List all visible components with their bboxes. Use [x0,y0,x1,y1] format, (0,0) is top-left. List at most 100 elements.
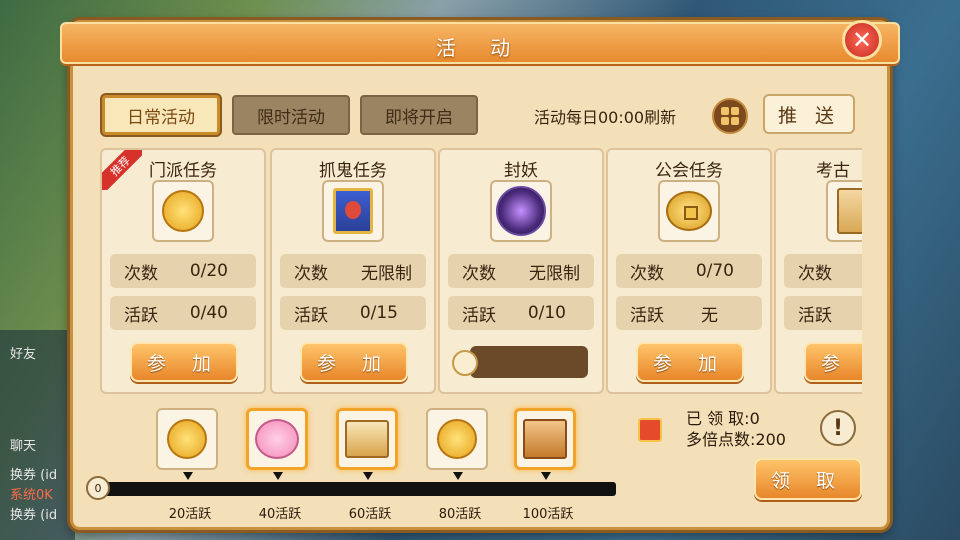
card-icon-frame[interactable] [322,180,384,242]
active-label: 活跃 [462,305,496,326]
push-button[interactable]: 推 送 [763,94,855,134]
side-label-chat[interactable]: 聊天 [10,435,36,454]
active-label: 活跃 [630,305,664,326]
chat-overlay: 好友 聊天 换券 (id 系统0K 换券 (id [0,330,75,540]
book-reward-icon [523,419,567,459]
card-title: 公会任务 [655,161,723,181]
milestone-reward-80[interactable] [426,408,488,470]
join-button[interactable]: 参 加 [804,342,862,382]
card-title: 抓鬼任务 [319,161,387,181]
active-label: 活跃 [124,305,158,326]
count-row: 次数 0/70 [616,254,762,288]
join-button[interactable]: 参 加 [130,342,238,382]
count-row: 次数 [784,254,862,288]
chat-line: 换券 (id [10,468,58,483]
milestone-tick [453,472,463,480]
multiplier-badge-icon [638,418,662,442]
active-value: 无 [701,305,718,326]
count-value: 0/70 [695,261,734,281]
count-row: 次数 无限制 [280,254,426,288]
tab-daily[interactable]: 日常活动 [102,95,220,135]
activity-progress-bar [96,482,616,496]
pig-reward-icon [255,419,299,459]
milestone-tick [273,472,283,480]
active-row: 活跃 0/40 [110,296,256,330]
activity-card: 封妖 次数 无限制 活跃 0/10 [438,148,604,394]
count-label: 次数 [124,263,158,284]
side-label-friends[interactable]: 好友 [10,343,36,362]
active-label: 活跃 [798,305,832,326]
cooldown-bar [470,346,588,378]
received-count: 已 领 取:0 [686,409,760,428]
count-value: 无限制 [361,263,412,284]
claim-button[interactable]: 领 取 [754,458,862,500]
milestone-label: 20活跃 [168,507,212,522]
milestone-reward-60[interactable] [336,408,398,470]
activity-card: 考古 次数 活跃 参 加 [774,148,862,394]
count-label: 次数 [798,263,832,284]
gold-coin-icon [666,191,712,231]
recommend-ribbon: 推荐 [102,150,142,190]
active-row: 活跃 [784,296,862,330]
milestone-label: 100活跃 [522,507,574,522]
milestone-tick [363,472,373,480]
exclamation-icon: ! [832,415,844,441]
activity-card-list[interactable]: 门派任务 次数 0/20 活跃 0/40 参 加 抓鬼任务 次数 无限制 活跃 0/15… [100,148,862,396]
scroll-icon [837,188,862,234]
coin-reward-icon [167,419,207,459]
title-bar: 活 动 [60,22,900,64]
count-label: 次数 [294,263,328,284]
milestone-tick [183,472,193,480]
clock-icon [452,350,478,376]
coin-reward-icon [437,419,477,459]
count-value: 无限制 [529,263,580,284]
panel-title: 活 动 [435,36,525,60]
multiplier-points: 多倍点数:200 [686,430,786,449]
activity-card: 抓鬼任务 次数 无限制 活跃 0/15 参 加 [270,148,436,394]
close-button[interactable]: ✕ [842,20,882,60]
card-title: 封妖 [504,161,538,181]
coin-icon [162,190,204,232]
active-value: 0/10 [527,303,566,323]
count-row: 次数 无限制 [448,254,594,288]
card-title: 考古 [816,161,850,181]
join-button[interactable]: 参 加 [300,342,408,382]
close-icon: ✕ [851,26,873,54]
active-label: 活跃 [294,305,328,326]
card-icon-frame[interactable] [826,180,862,242]
count-value: 0/20 [189,261,228,281]
card-icon-frame[interactable] [152,180,214,242]
count-row: 次数 0/20 [110,254,256,288]
count-label: 次数 [630,263,664,284]
scroll-reward-icon [345,420,389,458]
activity-card: 公会任务 次数 0/70 活跃 无 参 加 [606,148,772,394]
chat-line: 系统0K [10,488,53,503]
swirl-icon [496,186,546,236]
refresh-note: 活动每日00:00刷新 [534,108,677,127]
count-label: 次数 [462,263,496,284]
info-button[interactable]: ! [820,410,856,446]
recommend-tag: 推荐 [102,150,142,190]
milestone-label: 80活跃 [438,507,482,522]
milestone-reward-20[interactable] [156,408,218,470]
active-value: 0/40 [189,303,228,323]
ghost-book-icon [333,188,373,234]
claim-info: 已 领 取:0 多倍点数:200 [686,408,786,450]
active-row: 活跃 0/15 [280,296,426,330]
progress-start-marker: 0 [86,476,110,500]
active-row: 活跃 0/10 [448,296,594,330]
tab-upcoming[interactable]: 即将开启 [360,95,478,135]
active-row: 活跃 无 [616,296,762,330]
milestone-tick [541,472,551,480]
card-icon-frame[interactable] [658,180,720,242]
milestone-label: 60活跃 [348,507,392,522]
milestone-reward-100[interactable] [514,408,576,470]
tab-limited[interactable]: 限时活动 [232,95,350,135]
milestone-reward-40[interactable] [246,408,308,470]
chat-line: 换券 (id [10,508,58,523]
card-icon-frame[interactable] [490,180,552,242]
join-button[interactable]: 参 加 [636,342,744,382]
grid-menu-button[interactable] [712,98,748,134]
grid-icon [721,107,739,125]
milestone-label: 40活跃 [258,507,302,522]
